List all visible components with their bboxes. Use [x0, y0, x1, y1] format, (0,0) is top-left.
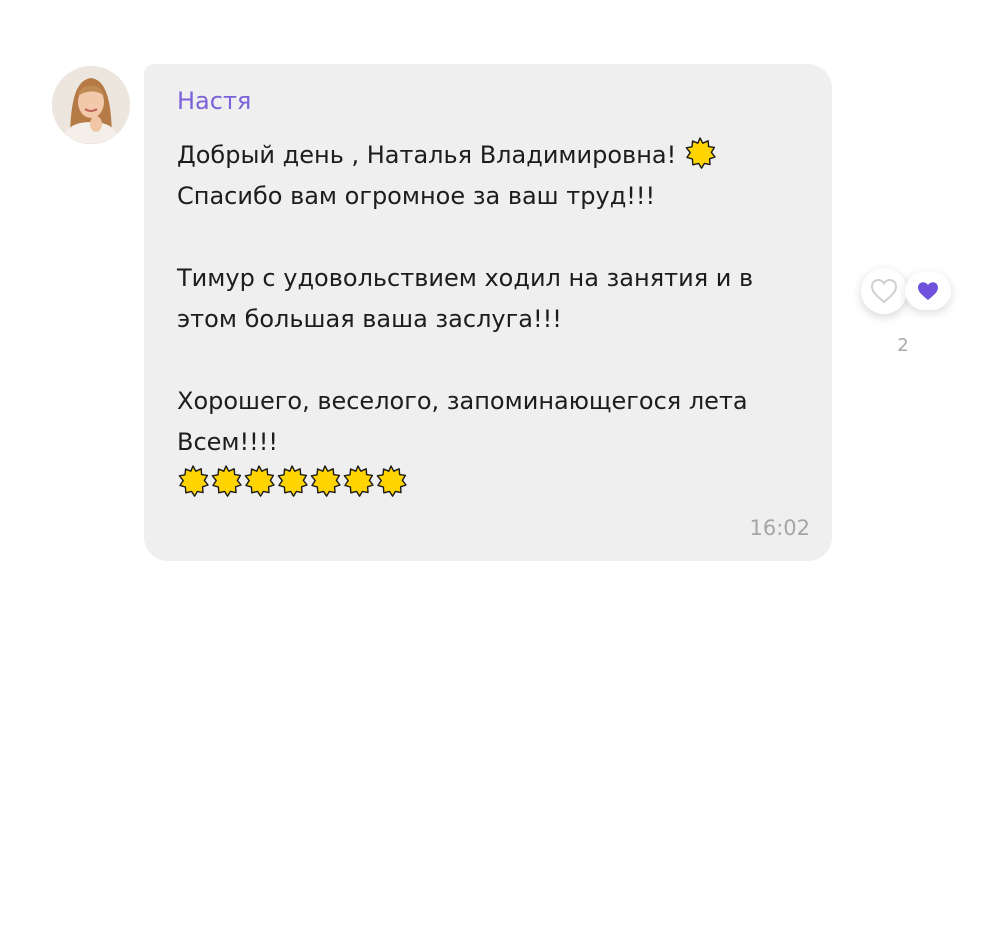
sun-icon	[244, 465, 275, 497]
avatar-photo	[52, 66, 130, 144]
sun-icon	[343, 465, 374, 497]
message-line: этом большая ваша заслуга!!!	[177, 305, 562, 333]
sun-icon	[685, 137, 716, 169]
sun-icon	[211, 465, 242, 497]
message-line-text: Добрый день , Наталья Владимировна!	[177, 141, 677, 169]
message-bubble[interactable]: Настя Добрый день , Наталья Владимировна…	[144, 64, 832, 561]
message-line: Всем!!!!	[177, 428, 279, 456]
sun-icon	[310, 465, 341, 497]
emoji-row	[177, 463, 817, 504]
reactions-count: 2	[897, 335, 909, 356]
sun-icon	[376, 465, 407, 497]
message-line: Тимур с удовольствием ходил на занятия и…	[177, 264, 754, 292]
reactions-badge[interactable]	[905, 272, 951, 310]
message-line: Спасибо вам огромное за ваш труд!!!	[177, 182, 656, 210]
sender-name[interactable]: Настя	[177, 86, 251, 116]
message-time: 16:02	[749, 516, 810, 540]
sun-icon	[277, 465, 308, 497]
heart-filled-icon	[918, 282, 938, 300]
sender-avatar[interactable]	[52, 66, 130, 144]
sun-icon	[178, 465, 209, 497]
like-button[interactable]	[861, 268, 907, 314]
heart-outline-icon	[870, 278, 898, 304]
message-text: Добрый день , Наталья Владимировна! Спас…	[177, 135, 817, 504]
message-line: Хорошего, веселого, запоминающегося лета	[177, 387, 748, 415]
message-line: Добрый день , Наталья Владимировна!	[177, 135, 817, 176]
